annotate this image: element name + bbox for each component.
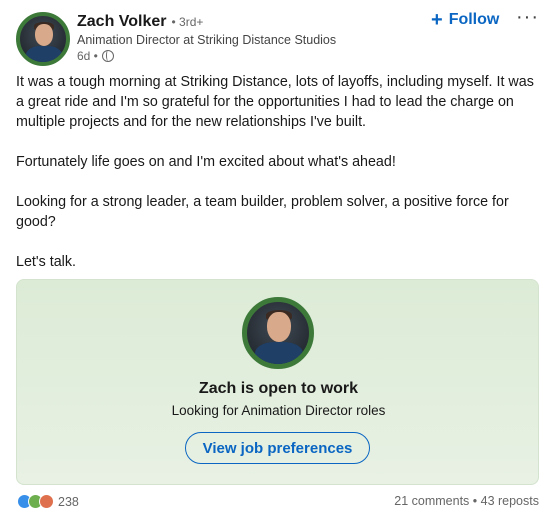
view-job-preferences-button[interactable]: View job preferences: [185, 432, 370, 464]
author-name-row: Zach Volker • 3rd+: [77, 13, 203, 31]
post-paragraph: Let's talk.: [16, 254, 76, 270]
post-paragraph: Looking for a strong leader, a team buil…: [16, 194, 509, 230]
globe-icon: [101, 50, 114, 62]
post-meta: 6d •: [77, 49, 114, 63]
avatar-shirt: [255, 342, 303, 364]
connection-degree: • 3rd+: [171, 15, 204, 29]
plus-icon: +: [431, 9, 443, 31]
open-to-work-avatar: [242, 297, 314, 369]
author-name[interactable]: Zach Volker: [77, 13, 167, 31]
reaction-count: 238: [58, 494, 79, 509]
open-to-work-subtitle: Looking for Animation Director roles: [171, 403, 386, 418]
follow-label: Follow: [448, 11, 500, 28]
comments-reposts-stats[interactable]: 21 comments • 43 reposts: [394, 494, 539, 508]
follow-button[interactable]: + Follow: [431, 9, 500, 31]
open-to-work-title: Zach is open to work: [198, 380, 359, 397]
post-text: It was a tough morning at Striking Dista…: [16, 72, 544, 292]
post-time: 6d •: [77, 49, 98, 63]
feed-post: Zach Volker • 3rd+ Animation Director at…: [0, 0, 555, 516]
author-headline: Animation Director at Striking Distance …: [77, 33, 337, 47]
avatar-shirt: [26, 46, 62, 62]
more-options-icon[interactable]: ···: [516, 6, 539, 29]
avatar-face: [35, 24, 53, 46]
post-paragraph: Fortunately life goes on and I'm excited…: [16, 154, 396, 170]
avatar-face: [267, 312, 291, 342]
open-to-work-card: Zach is open to work Looking for Animati…: [16, 279, 539, 485]
post-paragraph: It was a tough morning at Striking Dista…: [16, 74, 534, 130]
author-avatar[interactable]: [16, 12, 70, 66]
love-icon: [39, 494, 54, 509]
reactions-summary[interactable]: 238: [17, 494, 79, 509]
